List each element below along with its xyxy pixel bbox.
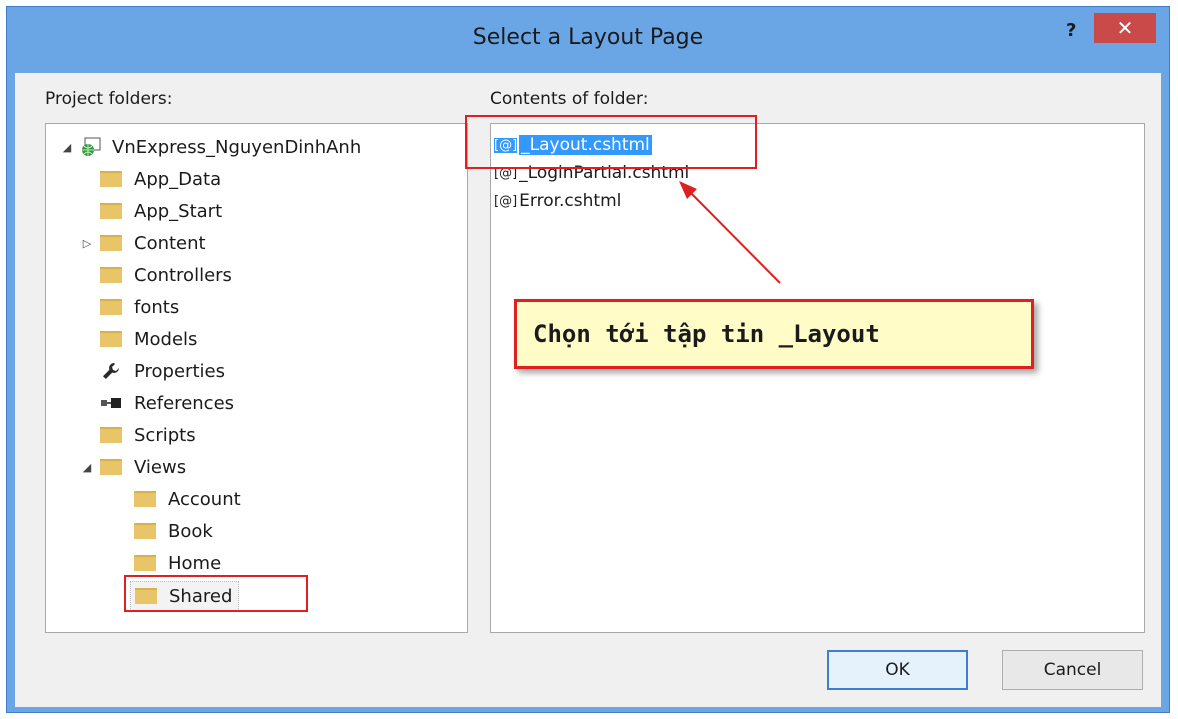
ok-button[interactable]: OK	[827, 650, 968, 690]
title-bar[interactable]: Select a Layout Page ? ✕	[7, 7, 1169, 69]
cancel-button[interactable]: Cancel	[1002, 650, 1143, 690]
close-button[interactable]: ✕	[1094, 13, 1156, 43]
dialog-body: Project folders: ◢ VnExpress_NguyenDinhA…	[15, 73, 1161, 707]
dialog-window: Select a Layout Page ? ✕ Project folders…	[6, 6, 1170, 713]
annotation-callout: Chọn tới tập tin _Layout	[514, 299, 1034, 369]
annotation-arrow	[679, 181, 781, 284]
dialog-title: Select a Layout Page	[472, 25, 704, 50]
help-button[interactable]: ?	[1066, 20, 1076, 41]
annotation-text: Chọn tới tập tin _Layout	[533, 320, 880, 348]
